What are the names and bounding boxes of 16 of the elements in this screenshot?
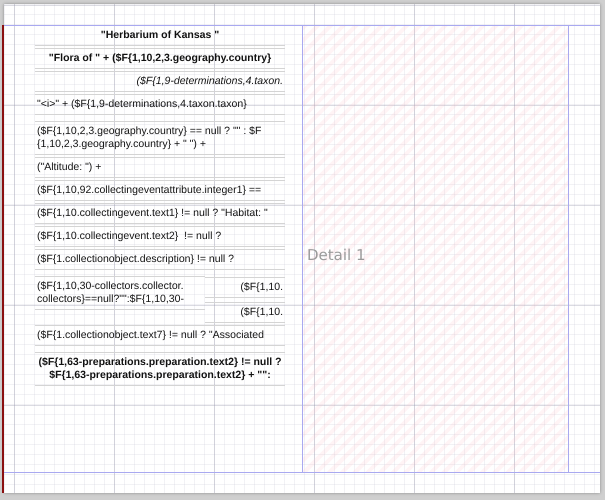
text-field[interactable]: "Herbarium of Kansas " — [35, 25, 285, 46]
text-field[interactable]: "Flora of " + ($F{1,10,2,3.geography.country} — [35, 48, 285, 69]
text-field[interactable]: ($F{1,9-determinations,4.taxon. — [35, 71, 285, 92]
text-field[interactable]: ($F{1.collectionobject.text7} != null ? "Associated — [35, 325, 285, 346]
band-label: Detail 1 — [307, 247, 366, 263]
text-field[interactable]: "<i>" + ($F{1,9-determinations,4.taxon.taxon} — [35, 94, 285, 115]
text-field[interactable]: ($F{1,10,2,3.geography.country} == null ? "" : $F {1,10,2,3.geography.country} + " ") + — [35, 121, 285, 155]
text-field[interactable]: ($F{1,10. — [205, 302, 285, 323]
text-field[interactable]: ($F{1,10.collectingevent.text2} != null ? — [35, 226, 285, 247]
text-field[interactable]: ($F{1,63-preparations.preparation.text2} != null ? $F{1,63-preparations.preparation.text2} + "": — [35, 352, 285, 386]
text-field[interactable]: ($F{1,10,92.collectingeventattribute.integer1} == — [35, 180, 285, 201]
text-field[interactable]: ($F{1,10. — [205, 277, 285, 298]
text-field[interactable]: ("Altitude: ") + — [35, 157, 285, 178]
text-field[interactable]: ($F{1.collectionobject.description} != null ? — [35, 249, 285, 270]
text-field[interactable]: ($F{1,10.collectingevent.text1} != null ? "Habitat: " — [35, 203, 285, 224]
text-field[interactable]: ($F{1,10,30-collectors.collector. collectors}==null?"":$F{1,10,30- — [35, 276, 205, 310]
